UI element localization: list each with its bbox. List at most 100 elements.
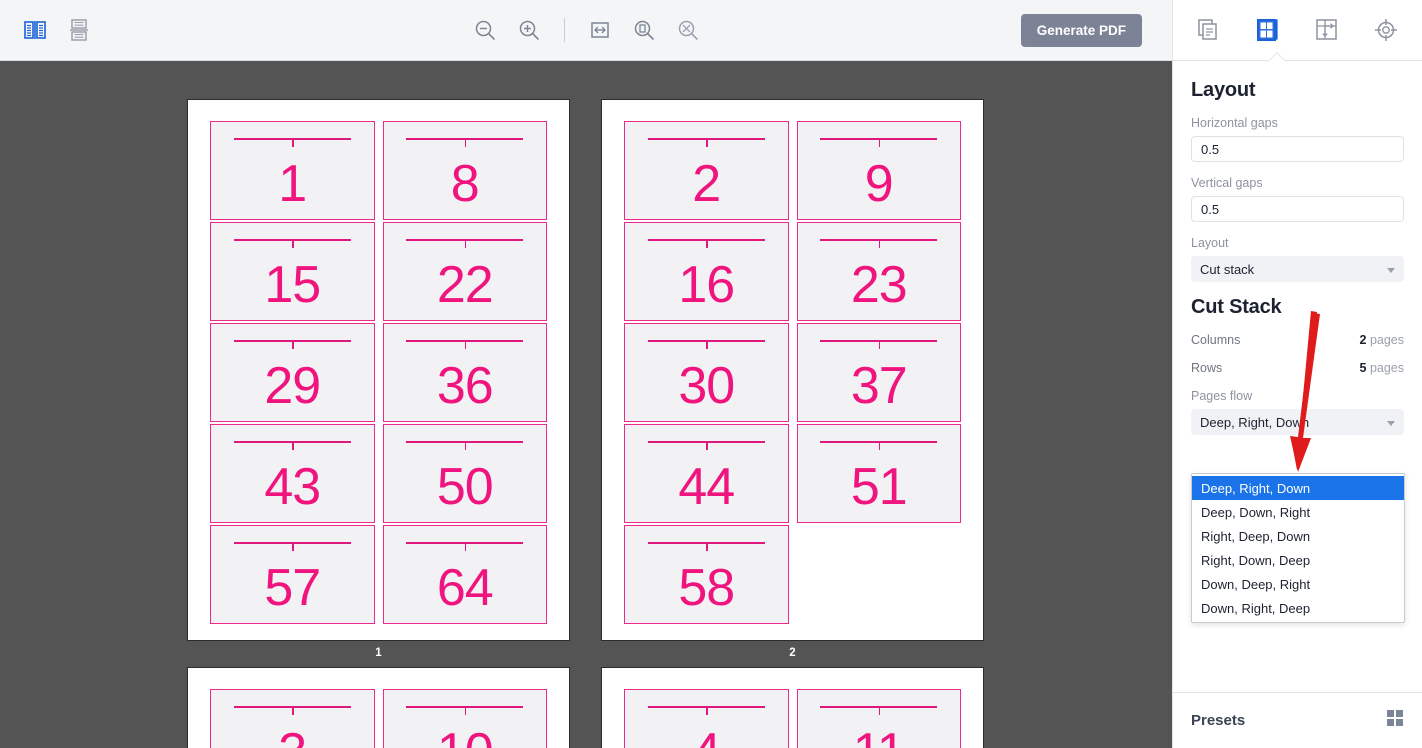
layout-tab[interactable] (1248, 10, 1288, 50)
fit-all-icon[interactable] (673, 15, 703, 45)
sheet-preview[interactable]: 1 8 15 22 29 36 43 50 57 64 1 (187, 99, 570, 659)
page-number-label: 50 (436, 457, 494, 516)
crop-mark-tick (464, 239, 467, 248)
imposition-cell[interactable]: 64 (382, 525, 547, 624)
presets-label: Presets (1191, 712, 1246, 729)
layout-select-label: Layout (1191, 236, 1229, 250)
imposition-cell[interactable]: 43 (210, 424, 375, 523)
zoom-out-icon[interactable] (470, 15, 500, 45)
imposition-cell[interactable]: 11 (796, 689, 961, 748)
imposition-grid: 1 8 15 22 29 36 43 50 57 64 (188, 100, 569, 640)
sheet-page[interactable]: 2 9 16 23 30 37 44 51 58 (601, 99, 984, 641)
presets-bar[interactable]: Presets (1173, 692, 1422, 748)
pages-flow-value: Deep, Right, Down (1200, 414, 1310, 430)
split-columns-icon[interactable] (20, 15, 50, 45)
crop-mark-tick (706, 239, 708, 248)
page-number-label: 36 (436, 356, 494, 415)
chevron-down-icon (1387, 420, 1395, 426)
page-number-label: 2 (692, 154, 721, 213)
sheet-page[interactable]: 4 11 (601, 667, 984, 748)
imposition-cell[interactable]: 9 (796, 121, 961, 220)
layout-select[interactable]: Cut stack (1191, 256, 1404, 282)
sheet-page[interactable]: 3 10 (187, 667, 570, 748)
imposition-cell[interactable]: 57 (210, 525, 375, 624)
sheet-number-label: 2 (789, 647, 796, 659)
fit-width-icon[interactable] (585, 15, 615, 45)
sheet-preview[interactable]: 4 114 (601, 667, 984, 748)
imposition-cell[interactable]: 3 (210, 689, 375, 748)
imposition-cell[interactable]: 29 (210, 323, 375, 422)
preview-canvas[interactable]: 1815222936435057641291623303744515823103… (0, 61, 1172, 748)
page-number-label: 23 (850, 255, 908, 314)
imposition-cell[interactable]: 16 (624, 222, 789, 321)
imposition-cell[interactable]: 51 (796, 424, 961, 523)
imposition-cell[interactable]: 2 (624, 121, 789, 220)
toolbar-divider (563, 18, 565, 42)
imposition-cell[interactable]: 37 (796, 323, 961, 422)
imposition-cell[interactable]: 50 (382, 424, 547, 523)
imposition-cell[interactable]: 30 (624, 323, 789, 422)
imposition-cell[interactable]: 36 (382, 323, 547, 422)
dropdown-option[interactable]: Deep, Down, Right (1192, 500, 1404, 524)
dropdown-option[interactable]: Down, Right, Deep (1192, 596, 1404, 620)
layout-select-value: Cut stack (1200, 261, 1255, 277)
rows-unit: pages (1369, 361, 1404, 375)
top-toolbar: Generate PDF (0, 0, 1172, 61)
dropdown-option[interactable]: Right, Down, Deep (1192, 548, 1404, 572)
rows-label: Rows (1191, 361, 1223, 375)
imposition-grid: 2 9 16 23 30 37 44 51 58 (602, 100, 983, 640)
marks-tab[interactable] (1307, 10, 1347, 50)
page-number-label: 9 (864, 154, 894, 213)
pages-flow-select[interactable]: Deep, Right, Down (1191, 409, 1404, 435)
page-number-label: 8 (450, 154, 480, 213)
crop-mark-tick (706, 138, 708, 147)
horizontal-gaps-input[interactable] (1191, 136, 1404, 162)
imposition-cell[interactable]: 44 (624, 424, 789, 523)
fit-page-icon[interactable] (629, 15, 659, 45)
panel-tab-bar (1173, 0, 1422, 61)
imposition-cell[interactable]: 10 (382, 689, 547, 748)
layout-section-title: Layout (1191, 79, 1256, 101)
page-number-label: 1 (278, 154, 307, 213)
page-number-label: 22 (436, 255, 494, 314)
crop-mark-tick (878, 138, 881, 147)
pages-tab[interactable] (1189, 10, 1229, 50)
generate-pdf-button[interactable]: Generate PDF (1020, 14, 1142, 47)
crop-mark-tick (292, 542, 294, 551)
horizontal-gaps-label: Horizontal gaps (1191, 116, 1278, 130)
sheet-preview[interactable]: 2 9 16 23 30 37 44 51 58 2 (601, 99, 984, 659)
imposition-cell[interactable]: 15 (210, 222, 375, 321)
imposition-cell[interactable]: 23 (796, 222, 961, 321)
dropdown-option[interactable]: Right, Deep, Down (1192, 524, 1404, 548)
sheet-number-label: 1 (375, 647, 382, 659)
crop-mark-tick (464, 340, 467, 349)
page-number-label: 37 (850, 356, 908, 415)
crop-mark-tick (464, 441, 467, 450)
imposition-cell[interactable]: 4 (624, 689, 789, 748)
sheet-preview[interactable]: 3 103 (187, 667, 570, 748)
imposition-cell[interactable]: 8 (382, 121, 547, 220)
page-number-label: 64 (436, 558, 494, 617)
dropdown-option[interactable]: Deep, Right, Down (1192, 476, 1404, 500)
registration-tab[interactable] (1366, 10, 1406, 50)
sheet-page[interactable]: 1 8 15 22 29 36 43 50 57 64 (187, 99, 570, 641)
crop-mark-tick (878, 239, 881, 248)
page-number-label: 3 (278, 725, 307, 748)
page-number-label: 44 (678, 457, 735, 516)
split-rows-icon[interactable] (64, 15, 94, 45)
crop-mark-tick (878, 706, 881, 715)
cut-stack-section-title: Cut Stack (1191, 296, 1282, 318)
columns-value: 2 pages (1360, 333, 1405, 347)
imposition-cell[interactable]: 1 (210, 121, 375, 220)
page-number-label: 16 (678, 255, 735, 314)
imposition-cell[interactable]: 22 (382, 222, 547, 321)
page-number-label: 43 (264, 457, 321, 516)
imposition-cell[interactable]: 58 (624, 525, 789, 624)
zoom-in-icon[interactable] (514, 15, 544, 45)
empty-slot (797, 525, 962, 624)
grid-squares-icon[interactable] (1386, 709, 1404, 732)
pages-flow-dropdown[interactable]: Deep, Right, Down Deep, Down, Right Right,… (1191, 473, 1405, 623)
page-number-label: 11 (853, 725, 906, 748)
vertical-gaps-input[interactable] (1191, 196, 1404, 222)
dropdown-option[interactable]: Down, Deep, Right (1192, 572, 1404, 596)
